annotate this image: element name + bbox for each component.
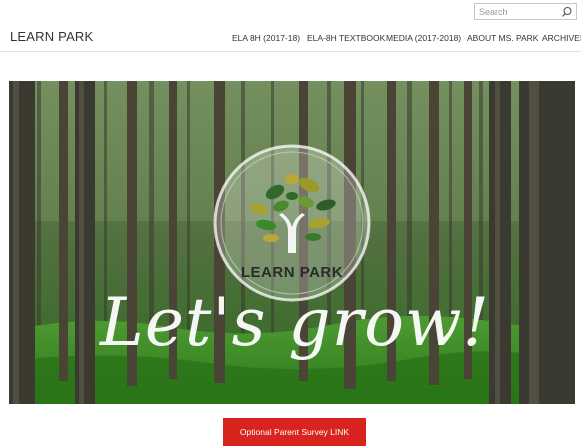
nav-item-media[interactable]: MEDIA (2017-2018) bbox=[386, 33, 461, 43]
hero-banner: LEARN PARK Let's grow! bbox=[9, 81, 575, 404]
nav-item-archives[interactable]: ARCHIVES bbox=[542, 33, 581, 43]
nav-item-about[interactable]: ABOUT MS. PARK bbox=[467, 33, 538, 43]
learn-park-logo: LEARN PARK bbox=[213, 144, 371, 302]
search-icon[interactable] bbox=[561, 6, 573, 18]
nav-item-ela-8h-textbook[interactable]: ELA-8H TEXTBOOK bbox=[307, 33, 385, 43]
search-box[interactable] bbox=[474, 3, 577, 20]
nav-item-ela-8h[interactable]: ELA 8H (2017-18) bbox=[232, 33, 300, 43]
search-input[interactable] bbox=[479, 4, 559, 19]
logo-text: LEARN PARK bbox=[241, 264, 343, 281]
header-divider bbox=[0, 51, 581, 52]
forest-illustration: LEARN PARK Let's grow! bbox=[9, 81, 575, 404]
parent-survey-button[interactable]: Optional Parent Survey LINK bbox=[223, 418, 366, 446]
hero-tagline: Let's grow! bbox=[99, 284, 490, 361]
main-nav: ELA 8H (2017-18) ELA-8H TEXTBOOK MEDIA (… bbox=[0, 33, 581, 45]
